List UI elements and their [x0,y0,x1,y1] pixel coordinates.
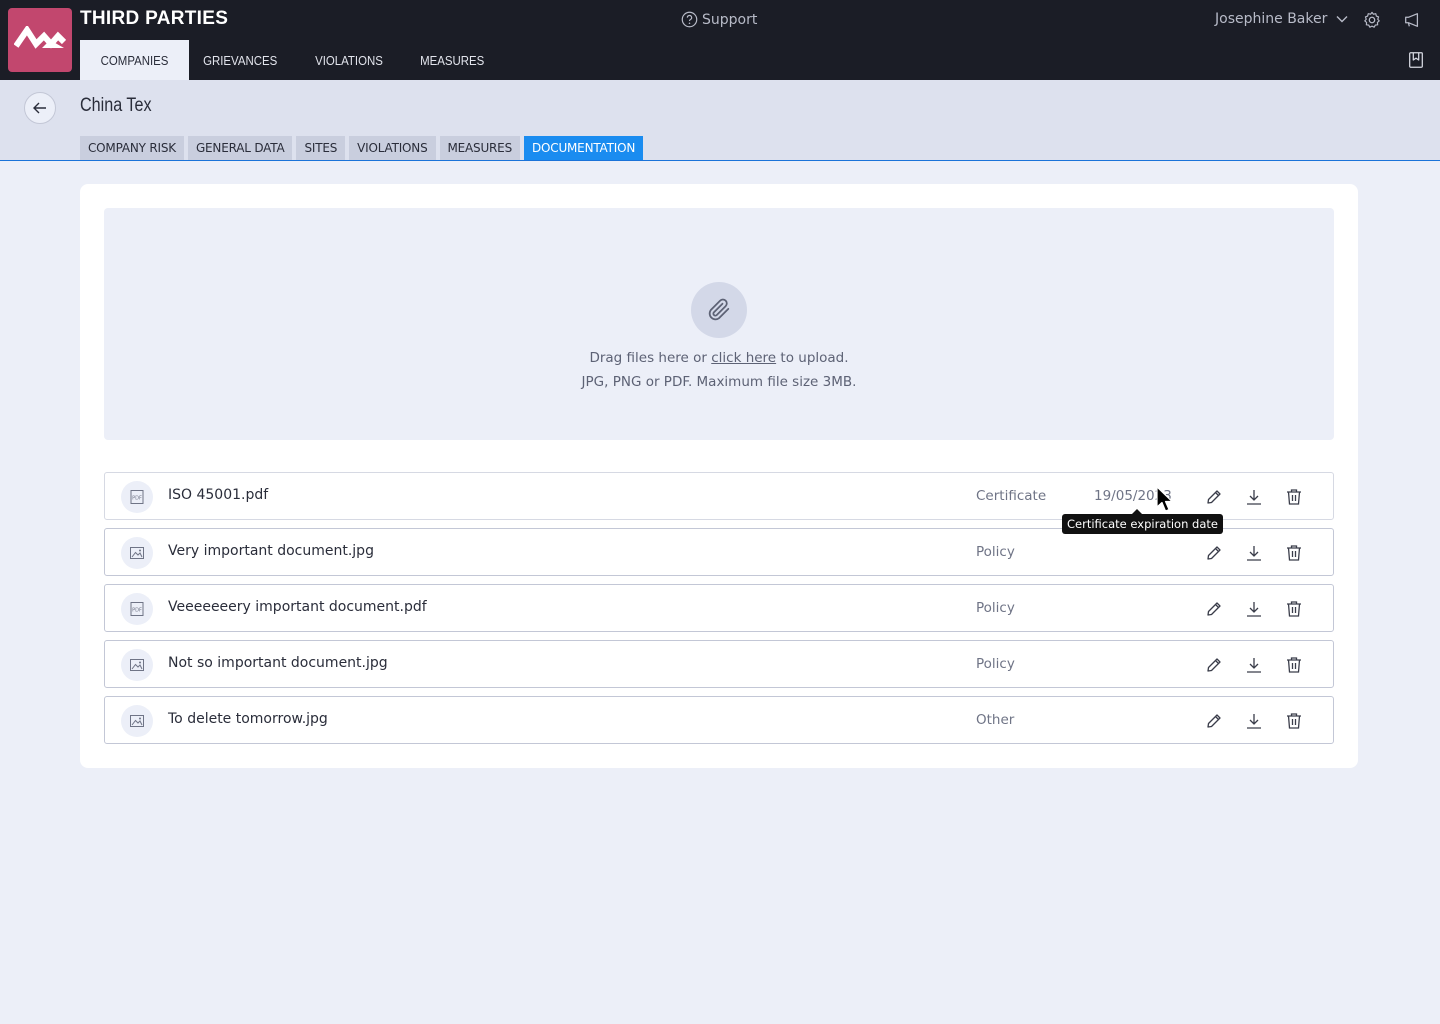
file-name: Not so important document.jpg [168,655,388,671]
download-icon[interactable] [1243,486,1265,508]
nav-measures[interactable]: MEASURES [406,40,498,80]
support-link[interactable]: Support [681,11,757,28]
company-header: China Tex COMPANY RISK GENERAL DATA SITE… [0,80,1440,161]
file-name: To delete tomorrow.jpg [168,711,328,727]
upload-hint: JPG, PNG or PDF. Maximum file size 3MB. [581,374,857,390]
app-logo[interactable] [8,8,72,72]
documentation-card: Drag files here or click here to upload.… [80,184,1358,768]
image-file-icon [121,649,153,681]
nav-violations[interactable]: VIOLATIONS [301,40,397,80]
file-name: ISO 45001.pdf [168,487,269,503]
back-button[interactable] [24,92,56,124]
delete-trash-icon[interactable] [1283,710,1305,732]
delete-trash-icon[interactable] [1283,486,1305,508]
file-row[interactable]: PDF ISO 45001.pdf Certificate 19/05/2023 [104,472,1334,520]
upload-instructions: Drag files here or click here to upload.… [104,346,1334,394]
svg-text:PDF: PDF [132,496,142,502]
file-type: Policy [976,544,1015,560]
pdf-file-icon: PDF [121,593,153,625]
logo-icon [14,26,66,49]
arrow-left-icon [33,102,46,114]
date-tooltip: Certificate expiration date [1062,509,1223,534]
support-label: Support [702,11,758,28]
mouse-cursor-icon [1156,486,1173,512]
delete-trash-icon[interactable] [1283,654,1305,676]
edit-pencil-icon[interactable] [1203,598,1225,620]
tab-measures[interactable]: MEASURES [439,136,520,160]
upload-text-before: Drag files here or [589,350,712,366]
file-row[interactable]: To delete tomorrow.jpg Other [104,696,1334,744]
upload-text-after: to upload. [776,350,849,366]
file-row[interactable]: PDF Veeeeeeery important document.pdf Po… [104,584,1334,632]
tab-violations[interactable]: VIOLATIONS [349,136,436,160]
main-navigation: COMPANIES GRIEVANCES VIOLATIONS MEASURES [80,40,507,80]
edit-pencil-icon[interactable] [1203,710,1225,732]
pdf-file-icon: PDF [121,481,153,513]
company-tabs: COMPANY RISK GENERAL DATA SITES VIOLATIO… [80,136,644,160]
announcement-megaphone-icon[interactable] [1402,10,1422,30]
page-title: China Tex [80,95,152,116]
file-type: Certificate [976,488,1047,504]
settings-gear-icon[interactable] [1362,10,1382,30]
help-circle-icon [681,11,698,28]
download-icon[interactable] [1243,710,1265,732]
download-icon[interactable] [1243,654,1265,676]
file-dropzone[interactable]: Drag files here or click here to upload.… [104,208,1334,440]
download-icon[interactable] [1243,542,1265,564]
nav-companies[interactable]: COMPANIES [80,40,190,80]
top-bar: THIRD PARTIES Support Josephine Baker CO… [0,0,1440,80]
file-type: Policy [976,656,1015,672]
svg-text:PDF: PDF [132,608,142,614]
tab-sites[interactable]: SITES [296,136,346,160]
file-type: Policy [976,600,1015,616]
nav-label: COMPANIES [100,52,169,68]
nav-grievances[interactable]: GRIEVANCES [189,40,291,80]
delete-trash-icon[interactable] [1283,598,1305,620]
upload-click-link[interactable]: click here [711,350,776,366]
paperclip-icon [691,282,747,338]
file-row[interactable]: Very important document.jpg Policy [104,528,1334,576]
file-type: Other [976,712,1015,728]
file-name: Very important document.jpg [168,543,374,559]
edit-pencil-icon[interactable] [1203,542,1225,564]
user-menu[interactable]: Josephine Baker [1215,11,1349,27]
bookmark-icon[interactable] [1406,50,1426,70]
file-row[interactable]: Not so important document.jpg Policy [104,640,1334,688]
image-file-icon [121,537,153,569]
tab-company-risk[interactable]: COMPANY RISK [80,136,184,160]
tab-general-data[interactable]: GENERAL DATA [187,136,293,160]
edit-pencil-icon[interactable] [1203,486,1225,508]
tab-documentation[interactable]: DOCUMENTATION [523,136,644,160]
download-icon[interactable] [1243,598,1265,620]
edit-pencil-icon[interactable] [1203,654,1225,676]
image-file-icon [121,705,153,737]
user-name: Josephine Baker [1215,11,1328,27]
app-title: THIRD PARTIES [80,8,229,29]
file-name: Veeeeeeery important document.pdf [168,599,427,615]
delete-trash-icon[interactable] [1283,542,1305,564]
chevron-down-icon [1336,16,1348,23]
